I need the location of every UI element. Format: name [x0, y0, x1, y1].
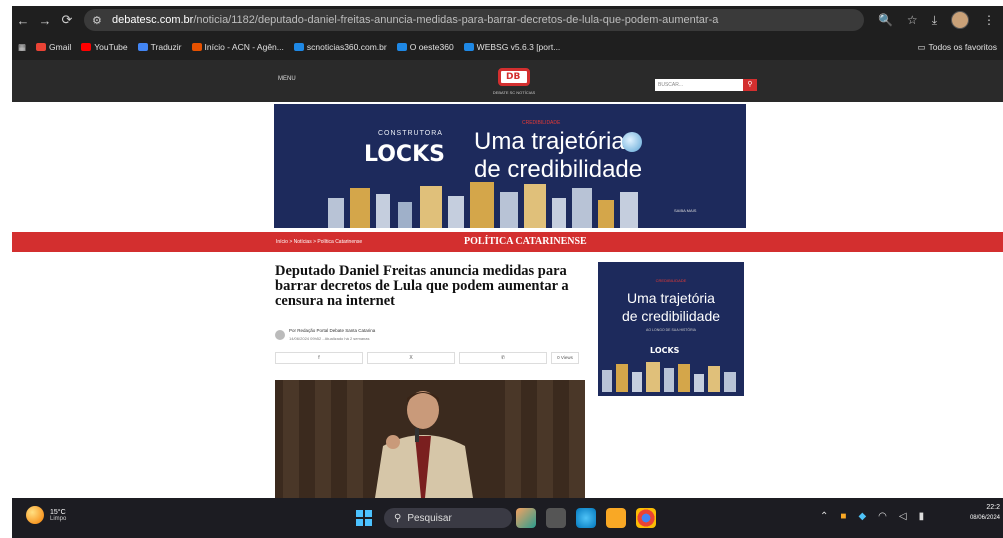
- apps-icon[interactable]: ▦: [18, 42, 26, 53]
- publish-date: 14/06/2024 09h52 - Atualizado há 2 seman…: [289, 336, 370, 341]
- article-photo[interactable]: [275, 380, 585, 498]
- reload-icon[interactable]: ⟳: [56, 9, 78, 31]
- banner-ad[interactable]: CONSTRUTORA LOCKS CREDIBILIDADE Uma traj…: [274, 104, 746, 228]
- section-title: POLÍTICA CATARINENSE: [464, 236, 587, 247]
- weather-icon: [26, 506, 44, 524]
- youtube-icon: [81, 43, 92, 51]
- forward-icon[interactable]: →: [34, 9, 56, 31]
- url-path: /noticia/1182/deputado-daniel-freitas-an…: [193, 14, 719, 26]
- views-count: 0 Views: [551, 352, 579, 364]
- breadcrumb[interactable]: Início > Notícias > Política Catarinense: [276, 239, 362, 245]
- back-icon[interactable]: ←: [12, 9, 34, 31]
- buildings-illustration: [602, 362, 736, 392]
- bookmark-scnoticias[interactable]: scnoticias360.com.br: [293, 42, 387, 52]
- bookmarks-bar: ▦ Gmail YouTube Traduzir Início - ACN - …: [12, 34, 1003, 60]
- bookmark-traduzir[interactable]: Traduzir: [137, 42, 182, 52]
- wifi-icon[interactable]: ◠: [878, 511, 887, 522]
- author-byline: Por Redação Portal Debate Santa Catarina…: [275, 328, 580, 346]
- zoom-icon[interactable]: 🔍: [878, 13, 893, 27]
- share-bar: f X ✆ 0 Views: [275, 352, 585, 364]
- banner-headline: Uma trajetória: [474, 128, 625, 155]
- side-ad-brand-logo: LOCKS: [650, 346, 680, 355]
- side-ad[interactable]: CREDIBILIDADE Uma trajetória de credibil…: [598, 262, 744, 396]
- acn-icon: [191, 43, 202, 51]
- chrome-icon[interactable]: [636, 508, 656, 528]
- edge-icon[interactable]: [576, 508, 596, 528]
- profile-avatar[interactable]: [951, 11, 969, 29]
- globe-icon: [622, 132, 642, 152]
- task-view-icon[interactable]: [546, 508, 566, 528]
- share-x-button[interactable]: X: [367, 352, 455, 364]
- system-clock[interactable]: 22:2 08/06/2024: [952, 504, 1000, 521]
- gmail-icon: [36, 43, 47, 51]
- download-icon[interactable]: ⤓: [932, 13, 937, 28]
- deputy-photo-illustration: [275, 380, 585, 498]
- bookmark-websg[interactable]: WEBSG v5.6.3 [port...: [463, 42, 560, 52]
- buildings-illustration: [328, 182, 638, 228]
- menu-button[interactable]: MENU: [278, 76, 296, 82]
- bookmark-oeste360[interactable]: O oeste360: [396, 42, 454, 52]
- share-whatsapp-button[interactable]: ✆: [459, 352, 547, 364]
- browser-toolbar: ← → ⟳ ⚙ debatesc.com.br /noticia/1182/de…: [12, 6, 1003, 34]
- taskbar-search[interactable]: ⚲ Pesquisar: [384, 508, 512, 528]
- site-icon: [293, 43, 304, 51]
- site-info-icon[interactable]: ⚙: [92, 14, 108, 27]
- site-header: MENU DB DEBATE SC NOTÍCIAS BUSCAR... ⚲: [12, 60, 1003, 102]
- section-bar: Início > Notícias > Política Catarinense…: [12, 232, 1003, 252]
- chevron-up-icon[interactable]: ⌃: [820, 511, 828, 522]
- system-tray: ⌃ ■ ◆ ◠ ◁ ▮: [820, 511, 924, 522]
- search-icon: ⚲: [394, 512, 402, 524]
- translate-icon: [137, 43, 148, 51]
- author-avatar: [275, 330, 285, 340]
- site-icon: [463, 43, 474, 51]
- star-icon[interactable]: ☆: [907, 13, 918, 27]
- author-name[interactable]: Por Redação Portal Debate Santa Catarina: [289, 328, 375, 333]
- tray-app-icon[interactable]: ◆: [858, 511, 866, 522]
- all-bookmarks-folder[interactable]: ▭ Todos os favoritos: [917, 42, 1003, 53]
- address-bar[interactable]: ⚙ debatesc.com.br /noticia/1182/deputado…: [84, 9, 864, 31]
- search-icon[interactable]: ⚲: [743, 79, 757, 91]
- site-icon: [396, 43, 407, 51]
- volume-icon[interactable]: ◁: [899, 511, 907, 522]
- bookmark-acn[interactable]: Início - ACN - Agên...: [191, 42, 284, 52]
- share-facebook-button[interactable]: f: [275, 352, 363, 364]
- banner-brand-logo: LOCKS: [364, 142, 445, 167]
- file-explorer-icon[interactable]: [606, 508, 626, 528]
- site-search-input[interactable]: BUSCAR...: [655, 79, 743, 91]
- article-headline: Deputado Daniel Freitas anuncia medidas …: [275, 263, 569, 309]
- site-logo[interactable]: DB DEBATE SC NOTÍCIAS: [490, 68, 538, 98]
- folder-icon: ▭: [917, 41, 926, 52]
- url-host: debatesc.com.br: [112, 14, 194, 26]
- widgets-icon[interactable]: [516, 508, 536, 528]
- weather-widget[interactable]: 15°C Limpo: [26, 506, 66, 524]
- battery-icon[interactable]: ▮: [919, 511, 925, 522]
- screenshot-frame: ← → ⟳ ⚙ debatesc.com.br /noticia/1182/de…: [0, 0, 1003, 538]
- windows-taskbar: 15°C Limpo ⚲ Pesquisar ⌃ ■ ◆ ◠ ◁ ▮ 22:2 …: [12, 498, 1003, 538]
- tray-app-icon[interactable]: ■: [840, 511, 846, 522]
- bookmark-youtube[interactable]: YouTube: [81, 42, 128, 52]
- menu-icon[interactable]: ⋮: [983, 13, 995, 27]
- windows-start-icon[interactable]: [356, 510, 372, 526]
- bookmark-gmail[interactable]: Gmail: [36, 42, 71, 52]
